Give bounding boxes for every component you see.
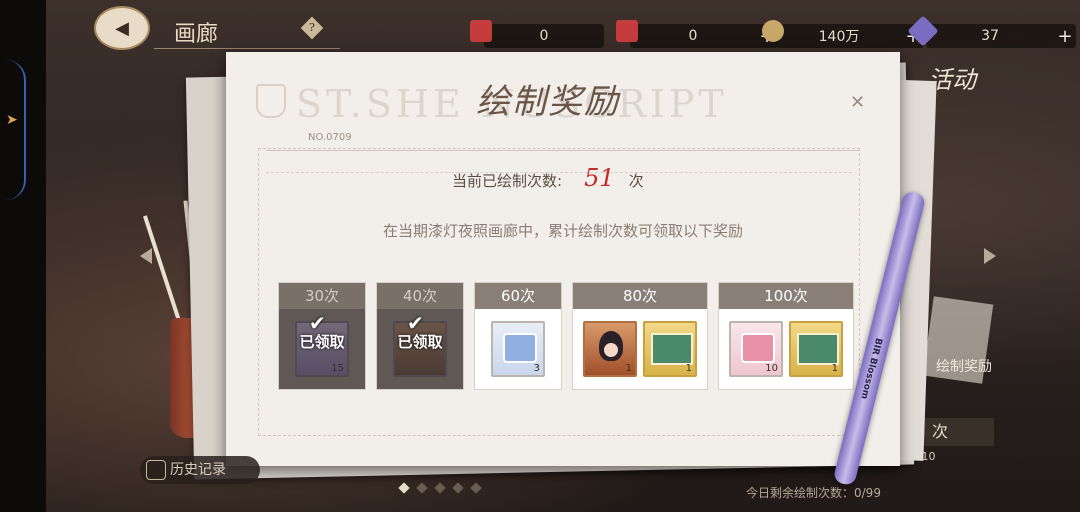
draw-count-badge: 次: [924, 418, 994, 446]
history-button[interactable]: 历史记录: [140, 456, 260, 484]
count-unit: 次: [628, 172, 644, 190]
page-indicator: [398, 482, 482, 494]
tier-label: 80次: [573, 283, 707, 309]
page-dot[interactable]: [416, 482, 428, 494]
reward-tier-100[interactable]: 100次 10 1: [718, 282, 854, 390]
item-quantity: 10: [765, 363, 778, 374]
add-gem-button[interactable]: +: [1054, 26, 1076, 47]
close-icon[interactable]: ✕: [850, 92, 870, 113]
currency-paint-ticket-b: 0 +: [616, 20, 778, 48]
reward-tier-80[interactable]: 80次 1 1: [572, 282, 708, 390]
scene-card-icon[interactable]: 1: [789, 321, 843, 377]
claimed-overlay: ✔ 已领取: [279, 309, 365, 389]
reward-tier-60[interactable]: 60次 3: [474, 282, 562, 390]
gallery-title-bar: 画廊 ?: [154, 14, 340, 49]
remaining-draws-text: 今日剩余绘制次数：0/99: [746, 486, 881, 500]
serial-number: NO.0709: [308, 132, 352, 143]
claimed-label: 已领取: [397, 333, 443, 351]
coin-icon: [762, 20, 784, 42]
page-dot[interactable]: [434, 482, 446, 494]
back-button[interactable]: ◀: [94, 6, 150, 50]
tier-label: 100次: [719, 283, 853, 309]
character-portrait-icon[interactable]: 1: [583, 321, 637, 377]
count-value: 51: [584, 164, 615, 192]
history-label: 历史记录: [170, 462, 226, 478]
tier-label: 60次: [475, 283, 561, 309]
page-dot[interactable]: [398, 482, 410, 494]
currency-coin: 140万 +: [762, 20, 924, 48]
dialog-title: 绘制奖励: [476, 82, 620, 122]
page-title: 画廊: [174, 22, 219, 47]
history-icon: [146, 460, 166, 480]
reward-description: 在当期漆灯夜照画廊中，累计绘制次数可领取以下奖励: [382, 222, 743, 240]
paint-ticket-icon: [616, 20, 638, 42]
prev-arrow-icon[interactable]: [140, 248, 152, 264]
side-draw-reward-label[interactable]: 绘制奖励: [936, 356, 992, 376]
claimed-overlay: ✔ 已领取: [377, 309, 463, 389]
page-dot[interactable]: [452, 482, 464, 494]
tier-label: 30次: [279, 283, 365, 309]
gift-box-icon[interactable]: 10: [729, 321, 783, 377]
item-quantity: 3: [533, 363, 540, 374]
reward-tier-30[interactable]: 30次 15 ✔ 已领取: [278, 282, 366, 390]
reward-tier-list[interactable]: 30次 15 ✔ 已领取 40次 ✔ 已领取 60次 3: [278, 282, 888, 392]
currency-paint-ticket-a: 0: [470, 20, 604, 48]
left-edge-strip: ➤: [0, 0, 46, 512]
tier-label: 40次: [377, 283, 463, 309]
reward-dialog: ST.SHE NUSCRIPT 绘制奖励 ✕ NO.0709 当前已绘制次数: 5…: [226, 52, 900, 466]
item-quantity: 1: [625, 363, 632, 374]
reward-tier-40[interactable]: 40次 ✔ 已领取: [376, 282, 464, 390]
count-label: 当前已绘制次数:: [452, 172, 563, 190]
page-dot[interactable]: [470, 482, 482, 494]
claimed-label: 已领取: [299, 333, 345, 351]
draw-count-row: 当前已绘制次数: 51 次: [452, 164, 644, 192]
gift-box-icon[interactable]: 3: [491, 321, 545, 377]
top-bar: ◀ 画廊 ? 0 0 + 140万 + 37 +: [46, 0, 1080, 56]
help-icon[interactable]: ?: [300, 16, 324, 40]
currency-gem: 37 +: [907, 15, 1076, 48]
item-quantity: 1: [831, 363, 838, 374]
crest-icon: [256, 84, 286, 118]
scene-card-icon[interactable]: 1: [643, 321, 697, 377]
side-arrow-icon[interactable]: ➤: [6, 112, 18, 128]
paint-ticket-icon: [470, 20, 492, 42]
next-arrow-icon[interactable]: [984, 248, 996, 264]
item-quantity: 1: [685, 363, 692, 374]
